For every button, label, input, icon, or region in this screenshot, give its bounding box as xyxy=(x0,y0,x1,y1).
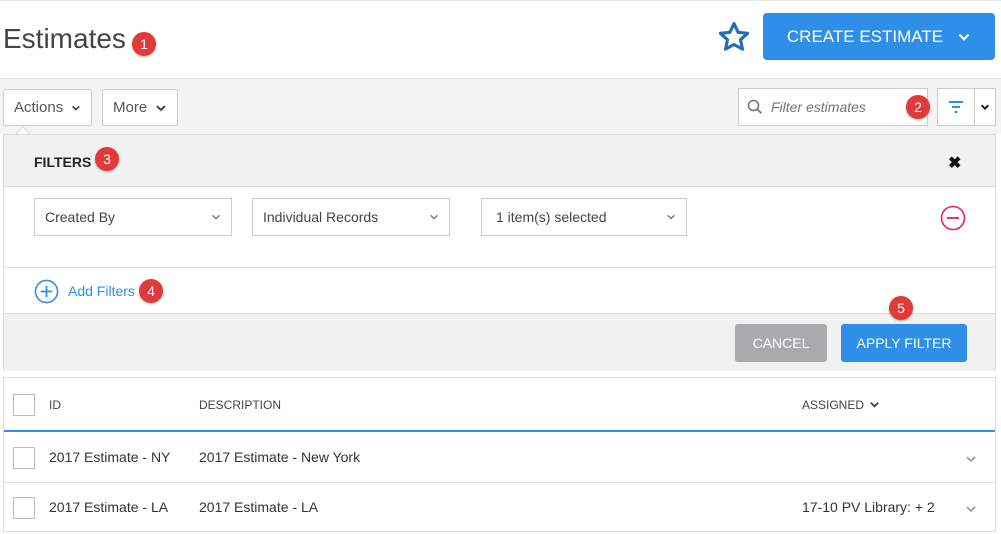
more-label: More xyxy=(113,99,148,116)
row-description: 2017 Estimate - New York xyxy=(199,449,361,465)
column-description[interactable]: DESCRIPTION xyxy=(199,398,281,412)
filters-footer: 5 CANCEL APPLY FILTER xyxy=(4,296,995,371)
chevron-down-icon[interactable] xyxy=(965,453,977,465)
chevron-down-icon xyxy=(981,104,989,110)
actions-button[interactable]: Actions xyxy=(3,89,92,126)
annotation-badge-1: 1 xyxy=(132,32,156,56)
chevron-down-icon xyxy=(958,33,970,41)
chevron-down-icon xyxy=(212,214,220,220)
menu-pointer-fill xyxy=(17,127,29,134)
row-id: 2017 Estimate - NY xyxy=(49,449,171,465)
filter-dropdown-button[interactable] xyxy=(974,88,996,126)
remove-circle-icon[interactable] xyxy=(940,205,966,231)
table-row[interactable]: 2017 Estimate - NY 2017 Estimate - New Y… xyxy=(4,433,995,483)
chevron-down-icon xyxy=(72,105,80,111)
add-filter-row: Add Filters 4 xyxy=(4,267,995,313)
filters-header: FILTERS 3 ✖ xyxy=(4,135,995,187)
table-row[interactable]: 2017 Estimate - LA 2017 Estimate - LA 17… xyxy=(4,483,995,533)
row-id: 2017 Estimate - LA xyxy=(49,499,169,515)
chevron-down-icon xyxy=(156,104,166,111)
annotation-badge-4: 4 xyxy=(139,279,163,303)
filter-mode-select[interactable]: Individual Records xyxy=(252,198,450,236)
estimates-table: ID DESCRIPTION ASSIGNED 2017 Estimate - … xyxy=(3,377,996,532)
star-icon[interactable] xyxy=(717,20,751,54)
chevron-down-icon xyxy=(430,214,438,220)
close-icon[interactable]: ✖ xyxy=(948,153,961,173)
cancel-button[interactable]: CANCEL xyxy=(735,324,827,362)
filter-values-value: 1 item(s) selected xyxy=(496,209,607,225)
estimates-page: Estimates 1 CREATE ESTIMATE Actions More… xyxy=(0,0,1001,534)
chevron-down-icon[interactable] xyxy=(965,503,977,515)
annotation-badge-5: 5 xyxy=(889,296,913,320)
chevron-down-icon[interactable] xyxy=(869,399,880,410)
apply-filter-button[interactable]: APPLY FILTER xyxy=(841,324,967,362)
filter-field-select[interactable]: Created By xyxy=(34,198,232,236)
filters-panel: FILTERS 3 ✖ Created By Individual Record… xyxy=(3,134,996,371)
search-input[interactable] xyxy=(771,99,901,115)
filter-values-select[interactable]: 1 item(s) selected xyxy=(481,198,687,236)
page-title: Estimates xyxy=(3,23,126,54)
filter-field-value: Created By xyxy=(45,209,116,225)
page-header: Estimates 1 CREATE ESTIMATE xyxy=(0,0,1001,78)
add-circle-icon[interactable] xyxy=(34,279,59,304)
filter-icon xyxy=(949,101,963,113)
filters-title: FILTERS xyxy=(34,154,92,170)
annotation-badge-2: 2 xyxy=(906,95,930,119)
create-estimate-label: CREATE ESTIMATE xyxy=(786,26,944,46)
filter-mode-value: Individual Records xyxy=(263,209,379,225)
search-box[interactable] xyxy=(738,88,928,126)
row-assigned: 17-10 PV Library: + 2 xyxy=(802,499,935,515)
row-description: 2017 Estimate - LA xyxy=(199,499,319,515)
select-all-checkbox[interactable] xyxy=(13,394,35,416)
create-estimate-button[interactable]: CREATE ESTIMATE xyxy=(763,13,995,60)
toolbar: Actions More 2 xyxy=(0,78,1001,134)
column-assigned[interactable]: ASSIGNED xyxy=(802,398,864,412)
row-checkbox[interactable] xyxy=(13,447,35,469)
annotation-badge-3: 3 xyxy=(95,147,119,171)
actions-label: Actions xyxy=(14,99,64,116)
more-button[interactable]: More xyxy=(102,89,178,126)
search-icon xyxy=(747,99,762,114)
filter-toggle-button[interactable] xyxy=(937,88,975,126)
add-filters-link[interactable]: Add Filters xyxy=(68,283,135,299)
column-id[interactable]: ID xyxy=(49,398,61,412)
table-header: ID DESCRIPTION ASSIGNED xyxy=(4,378,995,432)
row-checkbox[interactable] xyxy=(13,497,35,519)
chevron-down-icon xyxy=(667,214,675,220)
